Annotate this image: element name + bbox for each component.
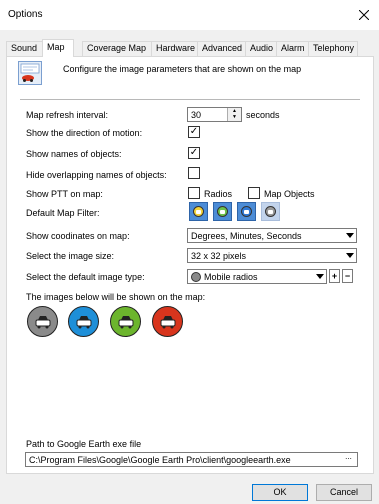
gray-car-filter-icon <box>265 206 276 217</box>
size-value: 32 x 32 pixels <box>191 251 247 261</box>
red-car-icon <box>152 306 183 337</box>
filter-green-button[interactable] <box>213 202 232 221</box>
filter-gray-button[interactable] <box>261 202 280 221</box>
green-car-filter-icon <box>217 206 228 217</box>
chevron-down-icon <box>346 253 354 258</box>
google-earth-label: Path to Google Earth exe file <box>26 439 142 449</box>
ptt-radios-label: Radios <box>204 189 233 199</box>
check-icon: ✓ <box>189 126 199 137</box>
direction-checkbox[interactable]: ✓ <box>188 126 200 138</box>
size-label: Select the image size: <box>26 251 115 261</box>
shown-images-label: The images below will be shown on the ma… <box>26 292 206 302</box>
chevron-down-icon <box>346 233 354 238</box>
mobile-radio-icon <box>191 272 201 282</box>
tab-advanced[interactable]: Advanced <box>197 41 246 56</box>
tab-map[interactable]: Map <box>42 39 74 57</box>
coords-select[interactable]: Degrees, Minutes, Seconds <box>187 228 357 243</box>
blue-car-icon <box>68 306 99 337</box>
ptt-map-objects-checkbox[interactable] <box>248 187 260 199</box>
check-icon: ✓ <box>189 147 199 158</box>
google-earth-path: C:\Program Files\Google\Google Earth Pro… <box>29 455 291 465</box>
google-earth-path-input[interactable]: C:\Program Files\Google\Google Earth Pro… <box>25 452 358 467</box>
spin-arrows[interactable]: ▲ ▼ <box>227 108 241 121</box>
tab-alarm[interactable]: Alarm <box>276 41 309 56</box>
close-button[interactable] <box>349 0 379 30</box>
coords-value: Degrees, Minutes, Seconds <box>191 231 302 241</box>
spin-down-icon[interactable]: ▼ <box>228 114 241 120</box>
title-bar: Options <box>0 0 379 30</box>
close-icon <box>359 10 369 20</box>
tab-sound[interactable]: Sound <box>6 41 43 56</box>
type-value: Mobile radios <box>204 272 258 282</box>
filter-label: Default Map Filter: <box>26 208 100 218</box>
hide-overlap-label: Hide overlapping names of objects: <box>26 170 167 180</box>
tab-strip: Sound Map Coverage Map Hardware Advanced… <box>6 39 374 57</box>
green-car-icon <box>110 306 141 337</box>
gray-car-icon <box>27 306 58 337</box>
tab-coverage-map[interactable]: Coverage Map <box>82 41 152 56</box>
image-size-select[interactable]: 32 x 32 pixels <box>187 248 357 263</box>
ptt-radios-checkbox[interactable] <box>188 187 200 199</box>
ptt-map-objects-label: Map Objects <box>264 189 315 199</box>
browse-button[interactable]: ... <box>341 453 356 465</box>
tab-audio[interactable]: Audio <box>245 41 277 56</box>
names-checkbox[interactable]: ✓ <box>188 147 200 159</box>
filter-yellow-button[interactable] <box>189 202 208 221</box>
type-label: Select the default image type: <box>26 272 145 282</box>
chevron-down-icon <box>316 274 324 279</box>
blue-car-filter-icon <box>241 206 252 217</box>
tab-hardware[interactable]: Hardware <box>151 41 198 56</box>
refresh-interval-stepper[interactable]: 30 ▲ ▼ <box>187 107 242 122</box>
map-car-icon <box>18 61 42 85</box>
coords-label: Show coodinates on map: <box>26 231 130 241</box>
refresh-value: 30 <box>191 110 202 120</box>
yellow-car-filter-icon <box>193 206 204 217</box>
hide-overlap-checkbox[interactable] <box>188 167 200 179</box>
image-type-select[interactable]: Mobile radios <box>187 269 327 284</box>
refresh-unit: seconds <box>246 110 280 120</box>
header-text: Configure the image parameters that are … <box>63 64 302 74</box>
remove-image-type-button[interactable]: − <box>342 269 353 283</box>
filter-blue-button[interactable] <box>237 202 256 221</box>
add-image-type-button[interactable]: + <box>329 269 340 283</box>
names-label: Show names of objects: <box>26 149 122 159</box>
direction-label: Show the direction of motion: <box>26 128 143 138</box>
ok-button[interactable]: OK <box>252 484 308 501</box>
cancel-button[interactable]: Cancel <box>316 484 372 501</box>
window-title: Options <box>8 9 43 20</box>
ptt-label: Show PTT on map: <box>26 189 103 199</box>
refresh-label: Map refresh interval: <box>26 110 109 120</box>
tab-telephony[interactable]: Telephony <box>308 41 358 56</box>
header-divider <box>20 99 360 100</box>
